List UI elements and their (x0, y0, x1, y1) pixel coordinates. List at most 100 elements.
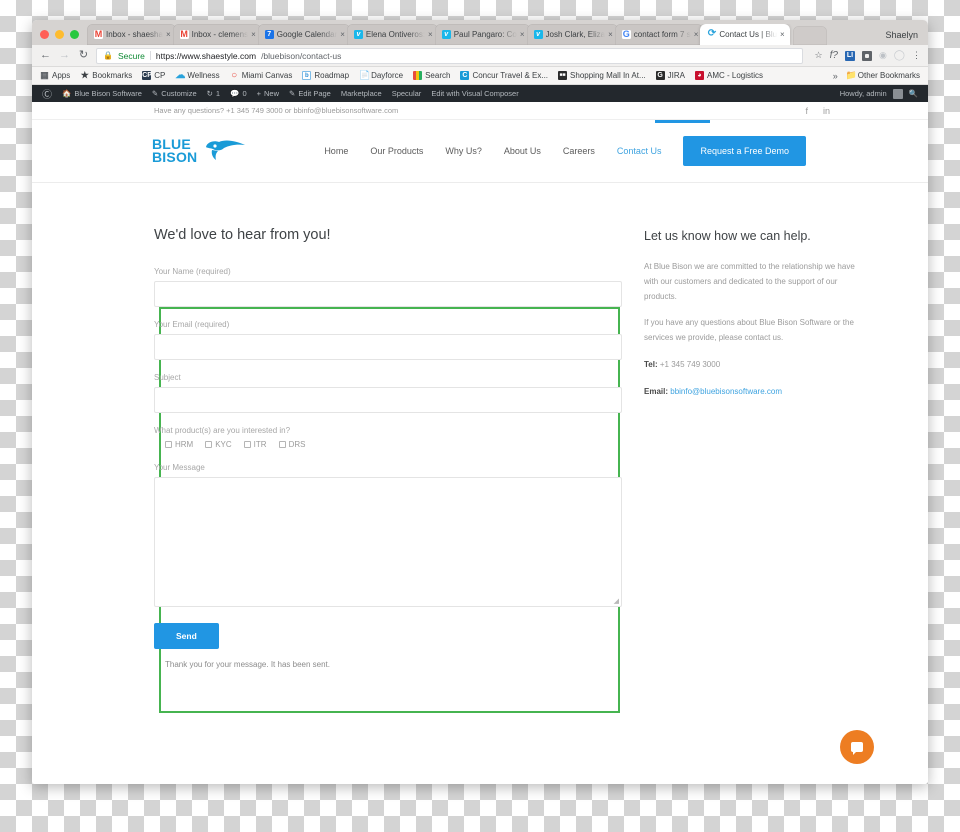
adminbar-visual-composer[interactable]: Edit with Visual Composer (431, 89, 518, 98)
tab-title: Paul Pangaro: Co (453, 30, 517, 39)
adminbar-updates[interactable]: ↻ 1 (207, 89, 220, 98)
address-bar[interactable]: 🔒 Secure https://www.shaestyle.com/blueb… (96, 47, 803, 64)
bookmark-label: Search (425, 71, 451, 80)
send-button[interactable]: Send (154, 623, 219, 649)
adminbar-specular[interactable]: Specular (392, 89, 422, 98)
site-logo[interactable]: BLUE BISON (152, 137, 248, 164)
wordpress-icon[interactable]: Ⓒ (42, 86, 52, 101)
message-textarea[interactable]: ◢ (154, 477, 622, 607)
nav-item-about-us[interactable]: About Us (504, 146, 541, 156)
bookmark-jira[interactable]: G JIRA (655, 71, 685, 80)
subject-label: Subject (154, 373, 181, 382)
window-controls[interactable] (36, 30, 87, 45)
email-input[interactable] (154, 334, 622, 360)
bookmark-amc[interactable]: ◕ AMC - Logistics (694, 71, 763, 80)
nav-item-careers[interactable]: Careers (563, 146, 595, 156)
close-tab-button[interactable]: × (428, 30, 433, 39)
bookmark-cp[interactable]: CP CP (142, 71, 165, 80)
bookmark-roadmap[interactable]: b Roadmap (302, 71, 349, 80)
page-title: We'd love to hear from you! (154, 227, 331, 243)
extension-square-icon[interactable] (861, 50, 872, 61)
nav-item-contact-us[interactable]: Contact Us (617, 146, 662, 156)
browser-tab-active[interactable]: ⟳ Contact Us | Blu × (700, 24, 790, 45)
bookmark-star-icon[interactable]: ☆ (815, 50, 823, 61)
adminbar-new[interactable]: + New (257, 89, 279, 98)
browser-tabs: M Inbox - shaesha × M Inbox - clemens × 7 Goo… (87, 24, 877, 45)
profile-name[interactable]: Shaelyn (877, 30, 928, 45)
form-success-message: Thank you for your message. It has been … (165, 660, 330, 669)
linkedin-icon[interactable]: in (823, 106, 830, 116)
name-input[interactable] (154, 281, 622, 307)
extension-circle-icon[interactable]: ◉ (879, 50, 887, 61)
adminbar-customize[interactable]: ✎ Customize (152, 89, 197, 98)
close-tab-button[interactable]: × (340, 30, 345, 39)
checkbox-label: KYC (215, 440, 232, 449)
extension-f-icon[interactable]: f? (830, 50, 838, 61)
gmail-icon: M (179, 29, 189, 39)
browser-tab[interactable]: v Paul Pangaro: Co × (434, 24, 530, 45)
bookmark-wellness[interactable]: ☁ Wellness (175, 71, 219, 81)
bookmark-dayforce[interactable]: 📄 Dayforce (359, 71, 403, 81)
nav-item-our-products[interactable]: Our Products (370, 146, 423, 156)
vimeo-icon: v (533, 30, 543, 39)
browser-menu-icon[interactable]: ⋮ (912, 50, 921, 61)
new-tab-button[interactable] (792, 26, 827, 45)
bookmark-shopping-mall[interactable]: ■■ Shopping Mall In At... (558, 71, 646, 80)
tab-title: contact form 7 s (633, 30, 691, 39)
browser-tab[interactable]: M Inbox - shaesha × (87, 24, 176, 45)
facebook-icon[interactable]: f (805, 106, 808, 116)
request-demo-button[interactable]: Request a Free Demo (683, 136, 806, 166)
logo-wordmark: BLUE BISON (152, 137, 197, 164)
adminbar-marketplace[interactable]: Marketplace (341, 89, 382, 98)
browser-tab[interactable]: v Elena Ontiveros: × (346, 24, 438, 45)
close-tab-button[interactable]: × (251, 30, 256, 39)
nav-item-home[interactable]: Home (324, 146, 348, 156)
sidebar-paragraph-1: At Blue Bison we are committed to the re… (644, 262, 855, 301)
close-window-button[interactable] (40, 30, 49, 39)
checkbox-hrm[interactable]: HRM (165, 440, 193, 449)
bookmark-search[interactable]: Search (413, 71, 450, 80)
checkbox-kyc[interactable]: KYC (205, 440, 232, 449)
bookmark-concur[interactable]: C Concur Travel & Ex... (460, 71, 548, 80)
back-button[interactable]: ← (39, 50, 52, 61)
adminbar-comments[interactable]: 💬 0 (230, 89, 247, 98)
bookmark-bookmarks[interactable]: ★ Bookmarks (80, 71, 133, 81)
bookmark-label: Apps (52, 71, 71, 80)
bookmark-label: AMC - Logistics (706, 71, 763, 80)
forward-button[interactable]: → (58, 50, 71, 61)
search-icon[interactable]: 🔍 (909, 89, 918, 98)
close-tab-button[interactable]: × (166, 30, 171, 39)
bookmark-miami-canvas[interactable]: ○ Miami Canvas (230, 71, 292, 81)
close-tab-button[interactable]: × (520, 30, 525, 39)
reload-button[interactable]: ↻ (77, 50, 90, 61)
bookmark-apps[interactable]: ▦ Apps (40, 70, 71, 81)
browser-tab[interactable]: 7 Google Calendar × (257, 24, 350, 45)
close-tab-button[interactable]: × (694, 30, 699, 39)
nav-item-why-us[interactable]: Why Us? (445, 146, 482, 156)
vimeo-icon: v (353, 30, 363, 39)
minimize-window-button[interactable] (55, 30, 64, 39)
search-stripes-icon (413, 71, 423, 80)
checkbox-itr[interactable]: ITR (243, 440, 267, 449)
close-tab-button[interactable]: × (608, 30, 613, 39)
pencil-icon: ✎ (151, 89, 159, 98)
adminbar-edit-page[interactable]: ✎ Edit Page (289, 89, 331, 98)
bookmarks-overflow-button[interactable]: » (833, 71, 838, 81)
subject-input[interactable] (154, 387, 622, 413)
browser-tab[interactable]: M Inbox - clemens × (172, 24, 261, 45)
extension-oval-icon[interactable]: ◯ (894, 50, 905, 61)
close-tab-button[interactable]: × (780, 30, 785, 39)
adminbar-site-name[interactable]: 🏠 Blue Bison Software (62, 89, 142, 98)
other-bookmarks-button[interactable]: 📁 Other Bookmarks (846, 71, 920, 81)
chat-widget-button[interactable] (840, 730, 874, 764)
omnibox-divider (149, 51, 151, 60)
checkbox-drs[interactable]: DRS (278, 440, 305, 449)
browser-tab[interactable]: Gcontact form 7 s × (614, 24, 704, 45)
linkedin-extension-icon[interactable]: LI (844, 50, 855, 61)
apps-grid-icon: ▦ (40, 70, 49, 80)
resize-handle-icon[interactable]: ◢ (614, 597, 619, 605)
browser-tab[interactable]: v Josh Clark, Eliza × (526, 24, 618, 45)
adminbar-account[interactable]: Howdy, admin 🔍 (840, 88, 918, 99)
maximize-window-button[interactable] (70, 30, 79, 39)
email-link[interactable]: bbinfo@bluebisonsoftware.com (670, 387, 782, 396)
